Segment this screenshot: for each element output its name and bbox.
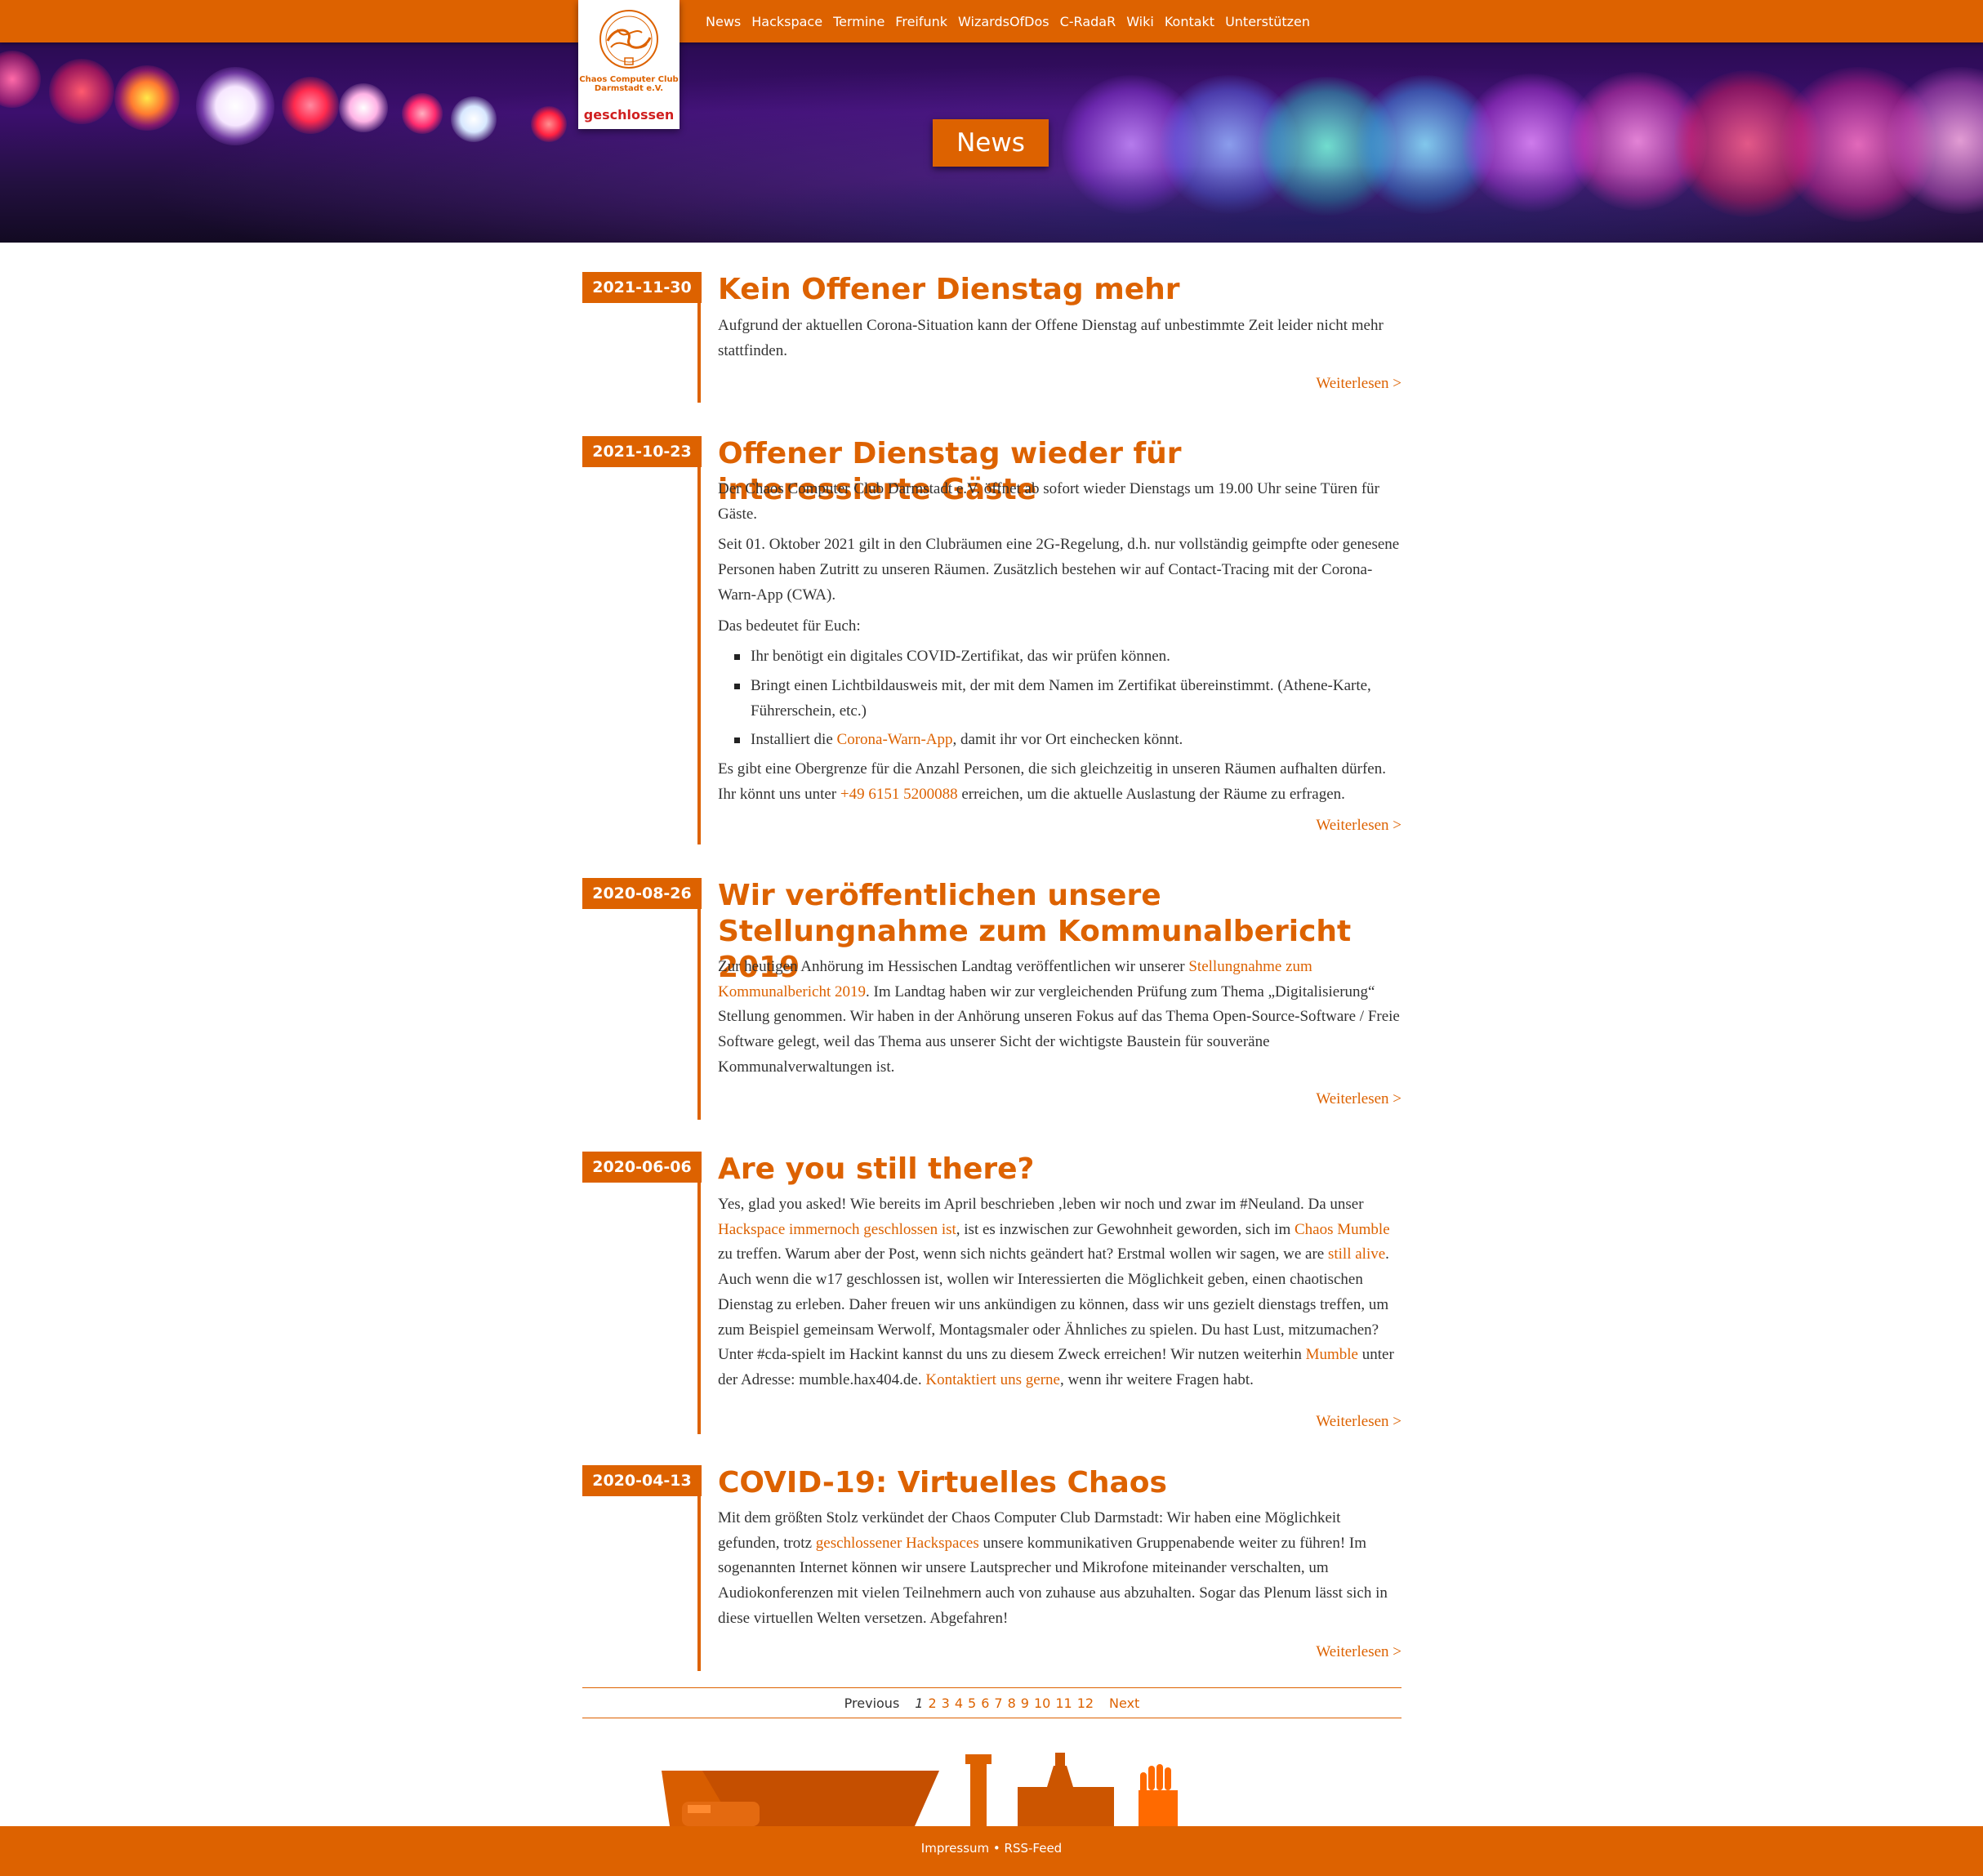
club-name-line1: Chaos Computer Club <box>579 75 679 84</box>
post-paragraph: Mit dem größten Stolz verkündet der Chao… <box>718 1506 1404 1632</box>
pagination-page[interactable]: 3 <box>942 1696 950 1711</box>
news-post: 2020-06-06 Are you still there? Yes, gla… <box>582 1152 1401 1434</box>
nav-item-news[interactable]: News <box>706 14 741 29</box>
post-list: Ihr benötigt ein digitales COVID-Zertifi… <box>718 644 1404 753</box>
skyline-tower-icon <box>970 1761 987 1826</box>
post-date: 2020-06-06 <box>582 1152 702 1183</box>
club-name-line2: Darmstadt e.V. <box>594 84 664 93</box>
post-timeline-line <box>697 878 701 1120</box>
post-body: Yes, glad you asked! Wie bereits im Apri… <box>718 1192 1404 1399</box>
club-logo[interactable]: Chaos Computer Club Darmstadt e.V. gesch… <box>578 0 680 129</box>
post-paragraph: Seit 01. Oktober 2021 gilt in den Clubrä… <box>718 536 1400 604</box>
main-nav: News Hackspace Termine Freifunk WizardsO… <box>706 0 1321 42</box>
paragraph-text: erreichen, um die aktuelle Auslastung de… <box>957 785 1345 803</box>
news-post: 2021-11-30 Kein Offener Dienstag mehr Au… <box>582 272 1401 403</box>
post-paragraph: Es gibt eine Obergrenze für die Anzahl P… <box>718 757 1404 807</box>
pagination-page[interactable]: 10 <box>1034 1696 1050 1711</box>
mumble-link[interactable]: Mumble <box>1306 1346 1358 1363</box>
list-item: Bringt einen Lichtbildausweis mit, der m… <box>734 674 1404 724</box>
post-date: 2020-04-13 <box>582 1465 702 1496</box>
nav-item-wizardsofdos[interactable]: WizardsOfDos <box>958 14 1049 29</box>
pagination-page[interactable]: 5 <box>968 1696 976 1711</box>
pagination-page[interactable]: 11 <box>1055 1696 1072 1711</box>
skyline-hand-tower-icon <box>1139 1790 1178 1826</box>
nav-item-unterstuetzen[interactable]: Unterstützen <box>1225 14 1310 29</box>
nav-item-c-radar[interactable]: C-RadaR <box>1060 14 1116 29</box>
list-item-text: , damit ihr vor Ort einchecken könnt. <box>952 731 1183 749</box>
list-item: Installiert die Corona-Warn-App, damit i… <box>734 728 1404 753</box>
footer-links[interactable]: Impressum • RSS-Feed <box>921 1841 1062 1856</box>
pagination-page[interactable]: 6 <box>981 1696 989 1711</box>
nav-item-hackspace[interactable]: Hackspace <box>751 14 822 29</box>
post-title[interactable]: COVID-19: Virtuelles Chaos <box>718 1465 1404 1501</box>
nav-item-wiki[interactable]: Wiki <box>1126 14 1154 29</box>
paragraph-text: Yes, glad you asked! Wie bereits im Apri… <box>718 1196 1364 1213</box>
phone-link[interactable]: +49 6151 5200088 <box>840 786 958 803</box>
post-paragraph: Der Chaos Computer Club Darmstadt e.V. ö… <box>718 480 1379 523</box>
pagination-page[interactable]: 8 <box>1008 1696 1016 1711</box>
pagination: Previous 1 2 3 4 5 6 7 8 9 10 11 12 Next <box>582 1687 1401 1718</box>
nav-item-kontakt[interactable]: Kontakt <box>1165 14 1214 29</box>
paragraph-text: zu treffen. Warum aber der Post, wenn si… <box>718 1245 1328 1263</box>
nav-item-freifunk[interactable]: Freifunk <box>895 14 947 29</box>
post-title[interactable]: Kein Offener Dienstag mehr <box>718 272 1404 308</box>
chaos-mumble-link[interactable]: Chaos Mumble <box>1295 1221 1390 1238</box>
paragraph-text: , wenn ihr weitere Fragen habt. <box>1059 1370 1254 1388</box>
read-more-link[interactable]: Weiterlesen > <box>1316 1090 1401 1108</box>
pagination-next[interactable]: Next <box>1109 1696 1139 1711</box>
post-timeline-line <box>697 1152 701 1434</box>
post-date: 2021-10-23 <box>582 436 702 467</box>
post-paragraph: Das bedeutet für Euch: <box>718 617 861 635</box>
space-status: geschlossen <box>583 107 675 123</box>
read-more-link[interactable]: Weiterlesen > <box>1316 375 1401 393</box>
paragraph-text: , ist es inzwischen zur Gewohnheit gewor… <box>956 1220 1295 1238</box>
skyline-church-icon <box>1018 1787 1114 1826</box>
top-navigation-bar: News Hackspace Termine Freifunk WizardsO… <box>0 0 1983 42</box>
pagination-page[interactable]: 2 <box>928 1696 936 1711</box>
chaos-knot-emblem-icon <box>599 10 658 69</box>
post-timeline-line <box>697 436 701 844</box>
still-alive-link[interactable]: still alive <box>1328 1245 1385 1263</box>
pagination-page[interactable]: 7 <box>994 1696 1002 1711</box>
read-more-link[interactable]: Weiterlesen > <box>1316 817 1401 835</box>
pagination-previous[interactable]: Previous <box>844 1696 900 1711</box>
paragraph-text: Zur heutigen Anhörung im Hessischen Land… <box>718 958 1189 975</box>
post-body: Zur heutigen Anhörung im Hessischen Land… <box>718 955 1404 1086</box>
pagination-current-page: 1 <box>915 1695 924 1711</box>
pagination-page[interactable]: 4 <box>955 1696 963 1711</box>
page-footer: Impressum • RSS-Feed <box>0 1826 1983 1876</box>
news-post: 2020-08-26 Wir veröffentlichen unsere St… <box>582 878 1401 1120</box>
post-body: Der Chaos Computer Club Darmstadt e.V. ö… <box>718 477 1404 813</box>
corona-warn-app-link[interactable]: Corona-Warn-App <box>837 731 953 748</box>
post-body: Mit dem größten Stolz verkündet der Chao… <box>718 1506 1404 1638</box>
post-date: 2021-11-30 <box>582 272 702 303</box>
list-item-text: Installiert die <box>751 731 837 749</box>
post-title[interactable]: Are you still there? <box>718 1152 1404 1188</box>
darmstadt-skyline-illustration <box>662 1753 1178 1826</box>
post-paragraph: Yes, glad you asked! Wie bereits im Apri… <box>718 1192 1404 1393</box>
read-more-link[interactable]: Weiterlesen > <box>1316 1413 1401 1431</box>
hackspace-closed-link[interactable]: Hackspace immernoch geschlossen ist <box>718 1221 956 1238</box>
list-item: Ihr benötigt ein digitales COVID-Zertifi… <box>734 644 1404 670</box>
pagination-page[interactable]: 9 <box>1021 1696 1029 1711</box>
closed-hackspaces-link[interactable]: geschlossener Hackspaces <box>816 1535 979 1552</box>
contact-link[interactable]: Kontaktiert uns gerne <box>925 1371 1060 1388</box>
club-name: Chaos Computer Club Darmstadt e.V. <box>578 75 680 93</box>
post-body: Aufgrund der aktuellen Corona-Situation … <box>718 314 1404 369</box>
post-paragraph: Aufgrund der aktuellen Corona-Situation … <box>718 317 1384 359</box>
news-post: 2021-10-23 Offener Dienstag wieder für i… <box>582 436 1401 844</box>
news-post: 2020-04-13 COVID-19: Virtuelles Chaos Mi… <box>582 1465 1401 1671</box>
read-more-link[interactable]: Weiterlesen > <box>1316 1643 1401 1661</box>
post-paragraph: Zur heutigen Anhörung im Hessischen Land… <box>718 955 1404 1081</box>
paragraph-text: . Auch wenn die w17 geschlossen ist, wol… <box>718 1245 1389 1364</box>
post-date: 2020-08-26 <box>582 878 702 909</box>
nav-item-termine[interactable]: Termine <box>833 14 885 29</box>
pagination-page[interactable]: 12 <box>1077 1696 1094 1711</box>
page-title: News <box>933 119 1049 167</box>
